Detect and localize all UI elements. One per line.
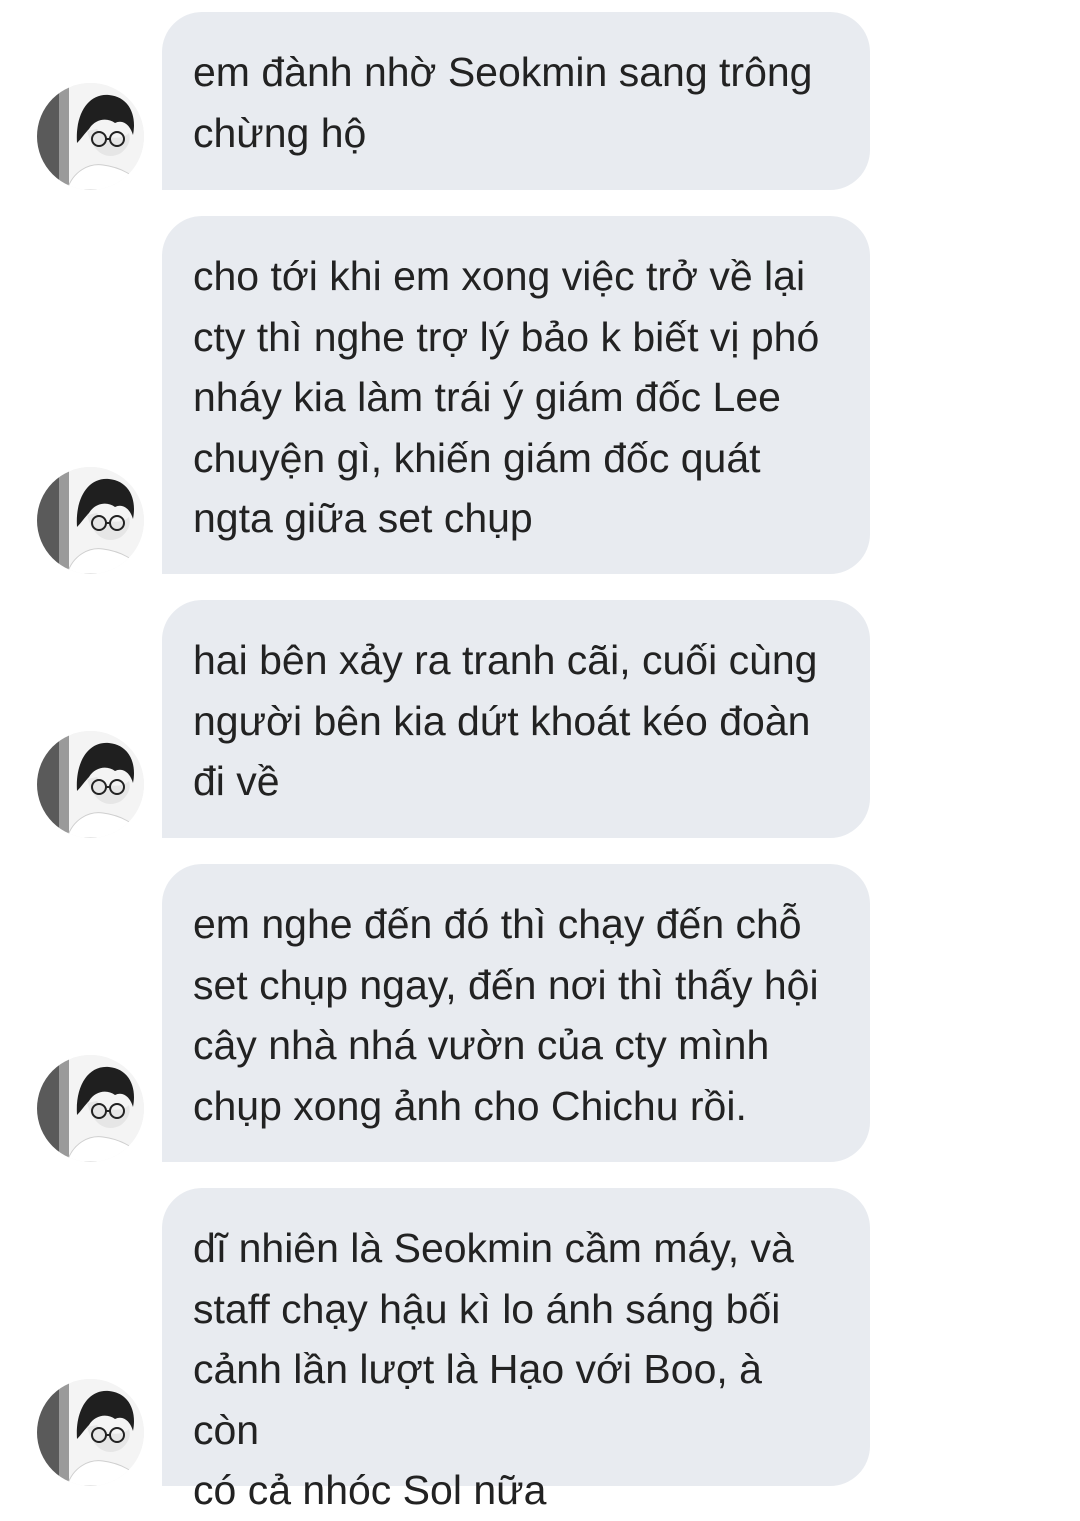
message-row: em đành nhờ Seokmin sang trông chừng hộ [0, 12, 1080, 190]
user-avatar-icon[interactable] [37, 467, 144, 574]
chat-thread: em đành nhờ Seokmin sang trông chừng hộ … [0, 0, 1080, 1513]
user-avatar-icon[interactable] [37, 731, 144, 838]
message-bubble: em đành nhờ Seokmin sang trông chừng hộ [162, 12, 870, 190]
user-avatar-icon[interactable] [37, 1055, 144, 1162]
message-row: hai bên xảy ra tranh cãi, cuối cùng ngườ… [0, 600, 1080, 838]
user-avatar-icon[interactable] [37, 1379, 144, 1486]
message-text: dĩ nhiên là Seokmin cầm máy, và staff ch… [193, 1225, 794, 1513]
message-bubble: hai bên xảy ra tranh cãi, cuối cùng ngườ… [162, 600, 870, 838]
message-row: cho tới khi em xong việc trở về lại cty … [0, 216, 1080, 574]
message-row: em nghe đến đó thì chạy đến chỗ set chụp… [0, 864, 1080, 1162]
message-text: cho tới khi em xong việc trở về lại cty … [193, 253, 820, 541]
message-text: hai bên xảy ra tranh cãi, cuối cùng ngườ… [193, 637, 818, 804]
message-bubble: cho tới khi em xong việc trở về lại cty … [162, 216, 870, 574]
message-bubble: em nghe đến đó thì chạy đến chỗ set chụp… [162, 864, 870, 1162]
message-row: dĩ nhiên là Seokmin cầm máy, và staff ch… [0, 1188, 1080, 1513]
message-text: em đành nhờ Seokmin sang trông chừng hộ [193, 49, 813, 156]
user-avatar-icon[interactable] [37, 83, 144, 190]
message-bubble: dĩ nhiên là Seokmin cầm máy, và staff ch… [162, 1188, 870, 1513]
message-text: em nghe đến đó thì chạy đến chỗ set chụp… [193, 901, 819, 1129]
